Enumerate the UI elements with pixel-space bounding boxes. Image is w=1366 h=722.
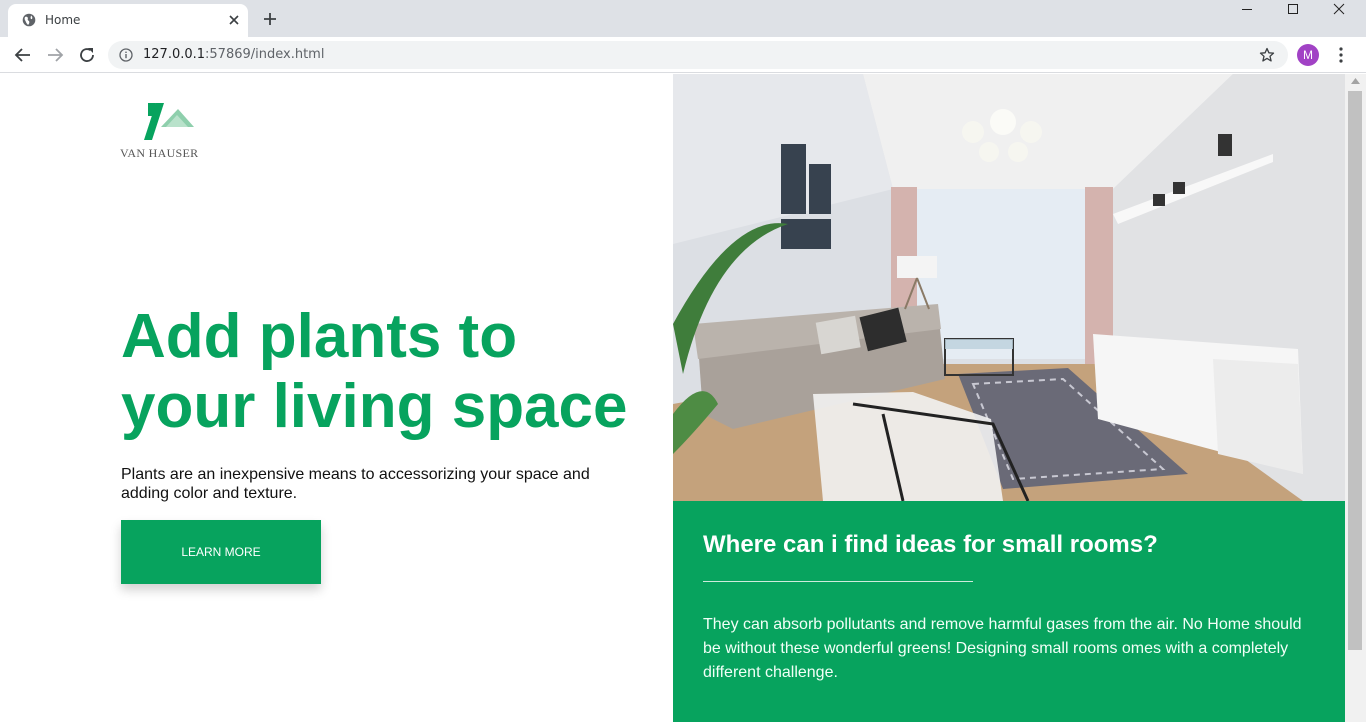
window-close-icon[interactable]: [1316, 0, 1362, 30]
info-icon[interactable]: [119, 48, 133, 62]
browser-toolbar: 127.0.0.1:57869/index.html M: [0, 37, 1366, 73]
page-scrollbar[interactable]: [1345, 74, 1366, 722]
url-host: 127.0.0.1: [143, 47, 206, 62]
logo-mark-icon: [144, 103, 194, 140]
hero-subtext: Plants are an inexpensive means to acces…: [121, 466, 590, 502]
panel-divider: [703, 581, 973, 582]
more-menu-icon[interactable]: [1333, 46, 1349, 64]
tab-title: Home: [45, 13, 81, 27]
browser-tab-strip: Home: [0, 0, 1366, 37]
maximize-icon[interactable]: [1270, 0, 1316, 30]
learn-more-button[interactable]: LEARN MORE: [121, 520, 321, 584]
feature-section: Where can i find ideas for small rooms? …: [673, 74, 1345, 722]
browser-tab[interactable]: Home: [8, 4, 248, 37]
url-path: :57869/index.html: [205, 47, 325, 62]
hero-section: VAN HAUSER Add plants to your living spa…: [0, 74, 673, 722]
close-icon[interactable]: [226, 12, 242, 28]
scroll-up-icon[interactable]: [1351, 78, 1360, 84]
back-arrow-icon[interactable]: [13, 45, 33, 65]
panel-body: They can absorb pollutants and remove ha…: [703, 616, 1302, 681]
hero-headline: Add plants to your living space: [121, 302, 628, 441]
brand-name: VAN HAUSER: [120, 146, 199, 160]
forward-arrow-icon[interactable]: [45, 45, 65, 65]
url-text[interactable]: 127.0.0.1:57869/index.html: [143, 47, 324, 62]
living-room-photo: [673, 74, 1345, 501]
panel-title: Where can i find ideas for small rooms?: [703, 531, 1158, 558]
address-bar[interactable]: 127.0.0.1:57869/index.html: [108, 41, 1288, 69]
minimize-icon[interactable]: [1224, 0, 1270, 30]
brand-logo[interactable]: VAN HAUSER: [120, 102, 210, 162]
reload-icon[interactable]: [77, 45, 97, 65]
profile-avatar[interactable]: M: [1297, 44, 1319, 66]
scroll-thumb[interactable]: [1348, 91, 1362, 650]
ideas-panel: Where can i find ideas for small rooms? …: [673, 501, 1345, 722]
page-viewport: VAN HAUSER Add plants to your living spa…: [0, 74, 1366, 722]
globe-icon: [22, 13, 36, 27]
new-tab-icon[interactable]: [262, 11, 278, 27]
bookmark-star-icon[interactable]: [1259, 47, 1275, 63]
